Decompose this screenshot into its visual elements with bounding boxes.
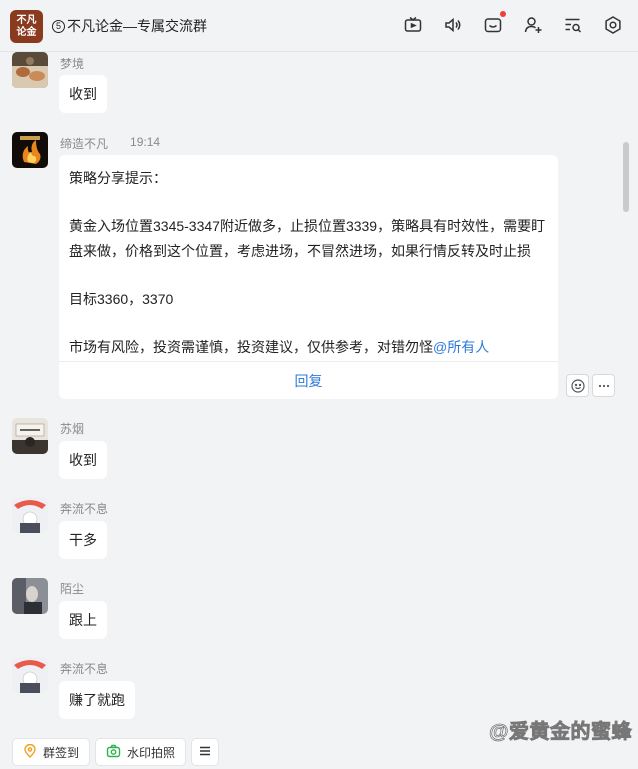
inbox-icon[interactable]: [482, 11, 506, 36]
sender-name: 苏烟: [60, 422, 85, 436]
message-line: 市场有风险，投资需谨慎，投资建议，仅供参考，对错勿怪@所有人: [69, 335, 548, 359]
sender-line: 缔造不凡 19:14: [60, 135, 160, 152]
menu-icon: [199, 745, 211, 760]
group-checkin-button[interactable]: 群签到: [12, 738, 91, 766]
group-avatar[interactable]: 不凡 论金: [10, 10, 43, 43]
avatar[interactable]: [12, 52, 48, 88]
message-bubble[interactable]: 干多: [59, 521, 107, 559]
sender-name: 奔流不息: [60, 502, 109, 516]
message-bubble[interactable]: 收到: [59, 75, 107, 113]
message-bubble[interactable]: 跟上: [59, 601, 107, 639]
emoji-icon[interactable]: [566, 374, 589, 397]
message-line: 盘来做，价格到这个位置，考虑进场，不冒然进场，如果行情反转及时止损: [69, 242, 531, 259]
strategy-message-text: 策略分享提示： 黄金入场位置3345-3347附近做多，止损位置3339，策略具…: [59, 155, 558, 360]
message-bubble[interactable]: 赚了就跑: [59, 681, 135, 719]
watermark-photo-button[interactable]: 水印拍照: [95, 738, 187, 766]
message-text: 收到: [69, 86, 97, 102]
avatar[interactable]: [12, 418, 48, 454]
reply-label: 回复: [294, 372, 323, 389]
message-line: 黄金入场位置3345-3347附近做多，止损位置3339，策略具有时效性，需要盯: [69, 218, 546, 235]
group-avatar-line1: 不凡: [16, 14, 37, 26]
add-user-icon[interactable]: [522, 14, 544, 36]
location-pin-icon: [23, 743, 37, 761]
sender-line: 奔流不息: [60, 500, 108, 517]
reply-button[interactable]: 回复: [59, 361, 558, 399]
message-text: 干多: [69, 532, 97, 548]
group-title-area[interactable]: 5 不凡论金—专属交流群: [52, 16, 207, 36]
chat-header: 不凡 论金 5 不凡论金—专属交流群: [0, 0, 638, 52]
message-time: 19:14: [130, 135, 161, 149]
mention-all-link[interactable]: @所有人: [433, 339, 489, 355]
group-title: 不凡论金—专属交流群: [67, 18, 207, 34]
speaker-icon[interactable]: [442, 14, 464, 36]
strategy-message-bubble[interactable]: 策略分享提示： 黄金入场位置3345-3347附近做多，止损位置3339，策略具…: [59, 155, 558, 399]
more-icon[interactable]: [592, 374, 615, 397]
message-line: 策略分享提示：: [69, 170, 167, 186]
input-toolbar: 群签到 水印拍照: [0, 735, 638, 769]
message-text: 收到: [69, 452, 97, 468]
chat-scrollbar[interactable]: [623, 142, 629, 212]
member-count-badge: 5: [52, 19, 65, 33]
chat-message-list[interactable]: 梦境 收到 缔造不凡 19:14 策略分享提示： 黄金入场位置3345-3347…: [0, 52, 638, 732]
sender-name: 陌尘: [60, 582, 85, 596]
sender-line: 苏烟: [60, 420, 84, 437]
group-avatar-line2: 论金: [16, 26, 37, 38]
avatar[interactable]: [12, 132, 48, 168]
sender-name: 梦境: [60, 57, 85, 71]
gear-icon[interactable]: [602, 14, 624, 36]
sender-name: 奔流不息: [60, 662, 109, 676]
sender-line: 奔流不息: [60, 660, 108, 677]
avatar[interactable]: [12, 497, 48, 533]
photo-label: 水印拍照: [127, 745, 176, 760]
message-line: 目标3360，3370: [69, 290, 174, 307]
search-list-icon[interactable]: [562, 14, 584, 36]
avatar[interactable]: [12, 657, 48, 693]
message-text: 跟上: [69, 612, 97, 628]
sender-name: 缔造不凡: [60, 137, 109, 151]
sender-line: 陌尘: [60, 580, 84, 597]
tv-icon[interactable]: [402, 14, 424, 36]
avatar[interactable]: [12, 578, 48, 614]
checkin-label: 群签到: [43, 745, 80, 760]
menu-button[interactable]: [191, 738, 219, 766]
notification-dot: [500, 11, 506, 17]
camera-icon: [106, 744, 121, 761]
disclaimer-text: 市场有风险，投资需谨慎，投资建议，仅供参考，对错勿怪: [69, 339, 433, 356]
message-side-actions: [566, 374, 615, 397]
message-text: 赚了就跑: [69, 692, 125, 708]
sender-line: 梦境: [60, 55, 84, 72]
header-toolbar: [402, 11, 624, 36]
message-bubble[interactable]: 收到: [59, 441, 107, 479]
